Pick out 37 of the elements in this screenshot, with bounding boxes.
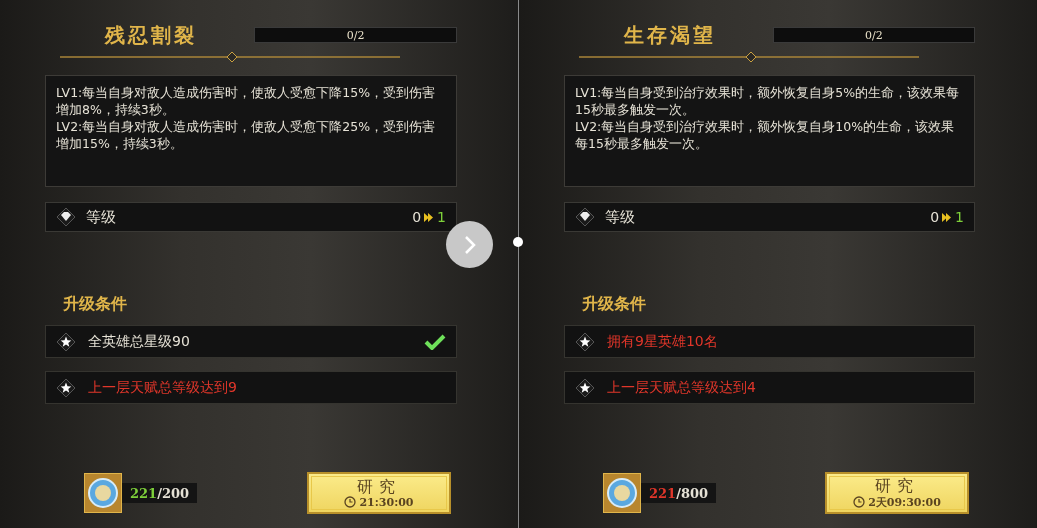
cost-counter: 221/200 [122,483,198,503]
talent-title: 残忍割裂 [105,21,198,49]
double-arrow-icon [942,212,953,222]
condition-text: 上一层天赋总等级达到9 [88,378,237,397]
level-next: 1 [437,209,446,225]
level-label: 等级 [86,207,116,227]
level-next: 1 [955,209,964,225]
level-label: 等级 [605,207,635,227]
gem-icon [56,207,76,227]
conditions-heading: 升级条件 [582,294,647,315]
talent-title: 生存渴望 [624,21,717,49]
condition-text: 上一层天赋总等级达到4 [607,378,756,397]
progress-text: 0/2 [865,28,883,42]
description-text: LV1:每当自身受到治疗效果时，额外恢复自身5%的生命，该效果每15秒最多触发一次。 [575,84,961,118]
description-text: LV1:每当自身对敌人造成伤害时，使敌人受愈下降15%，受到伤害增加8%，持续3秒。 [56,84,437,118]
divider-dot [513,237,523,247]
clock-icon [853,496,866,508]
level-current: 0 [930,209,940,225]
star-icon [56,331,76,352]
double-arrow-icon [424,212,435,222]
clock-icon [344,496,357,508]
chevron-right-icon [462,234,477,255]
description-text: LV2:每当自身对敌人造成伤害时，使敌人受愈下降25%，受到伤害增加15%，持续3秒。 [56,118,437,152]
condition-text: 全英雄总星级90 [88,332,190,351]
progress-text: 0/2 [346,28,365,42]
star-icon [575,331,595,352]
research-button[interactable]: 研究 2天09:30:00 [825,472,969,514]
check-icon [424,333,446,350]
research-button[interactable]: 研究 21:30:00 [307,472,451,514]
star-icon [575,377,595,398]
cost-counter: 221/800 [641,483,717,503]
level-current: 0 [412,209,422,225]
conditions-heading: 升级条件 [63,294,128,315]
gem-icon [575,207,595,227]
star-icon [56,377,76,398]
condition-text: 拥有9星英雄10名 [607,332,718,351]
description-text: LV2:每当自身受到治疗效果时，额外恢复自身10%的生命，该效果每15秒最多触发一次。 [575,118,956,152]
